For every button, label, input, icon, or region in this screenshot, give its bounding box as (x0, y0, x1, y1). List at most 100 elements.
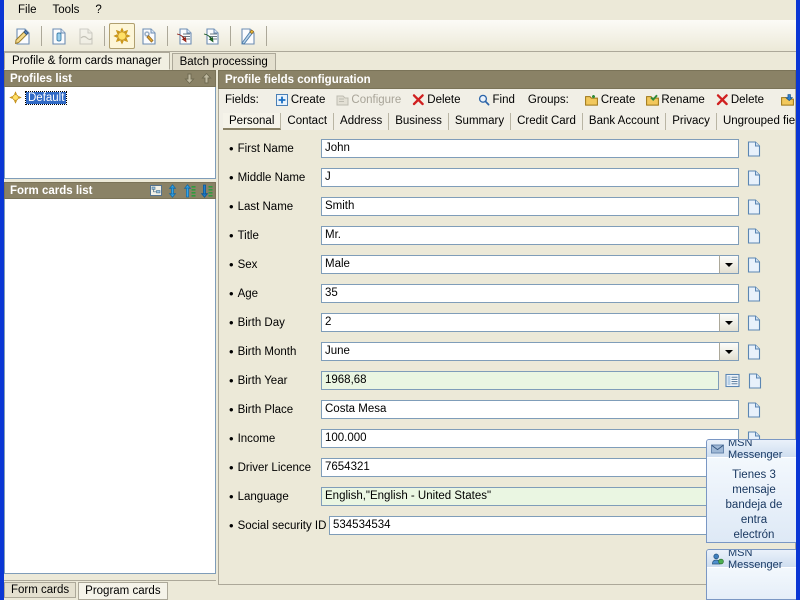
field-input-sex[interactable]: Male (321, 255, 719, 274)
group-switch-button[interactable]: Sw (775, 91, 796, 109)
tab-credit-card[interactable]: Credit Card (511, 113, 583, 130)
chevron-down-icon (725, 350, 733, 354)
import-red-icon[interactable] (172, 23, 198, 49)
field-page-icon[interactable] (746, 169, 762, 187)
field-configure-label: Configure (351, 94, 401, 106)
group-rename-button[interactable]: Rename (640, 91, 709, 109)
field-label: •Social security ID (229, 520, 329, 532)
window-frame-left (0, 0, 4, 600)
field-row-age: •Age 35 (229, 283, 795, 304)
move-up-icon[interactable] (198, 71, 215, 86)
configure-icon (335, 93, 349, 107)
field-label: •Driver Licence (229, 462, 321, 474)
field-input-birth-year[interactable]: 1968,68 (321, 371, 719, 390)
field-page-icon[interactable] (747, 372, 763, 390)
list-item[interactable]: Default (5, 90, 215, 105)
field-input-age[interactable]: 35 (321, 284, 739, 303)
tab-privacy[interactable]: Privacy (666, 113, 717, 130)
field-input-birth-month[interactable]: June (321, 342, 719, 361)
wizard-magic-icon[interactable] (235, 23, 261, 49)
menu-item-help[interactable]: ? (87, 2, 109, 18)
field-page-icon[interactable] (746, 401, 762, 419)
new-profile-icon[interactable] (10, 23, 36, 49)
menu-item-tools[interactable]: Tools (45, 2, 88, 18)
magnifier-icon (477, 93, 491, 107)
form-cards-list-header: Form cards list (4, 182, 216, 199)
profiles-list-box[interactable]: Default (4, 87, 216, 179)
chevron-down-icon (725, 263, 733, 267)
main-toolbar (4, 20, 796, 52)
field-list-values-button[interactable] (724, 372, 740, 390)
msn-mail-icon (711, 443, 724, 455)
notification-msn-contact[interactable]: MSN Messenger (706, 549, 800, 600)
notification-title: MSN Messenger (728, 439, 800, 461)
field-page-icon[interactable] (746, 256, 762, 274)
form-cards-list-box[interactable] (4, 199, 216, 574)
field-page-icon[interactable] (746, 285, 762, 303)
field-dropdown-button-birth-month[interactable] (719, 342, 739, 361)
notification-line-2: bandeja de entra (713, 498, 795, 528)
sort-ascending-icon[interactable] (181, 183, 198, 198)
field-page-icon[interactable] (746, 227, 762, 245)
field-input-birth-place[interactable]: Costa Mesa (321, 400, 739, 419)
field-input-income[interactable]: 100.000 (321, 429, 739, 448)
menu-item-file[interactable]: File (10, 2, 45, 18)
tab-business[interactable]: Business (389, 113, 449, 130)
field-label-text: Birth Day (238, 317, 285, 329)
field-dropdown-button-sex[interactable] (719, 255, 739, 274)
main-tab-strip: Profile & form cards manager Batch proce… (4, 52, 796, 70)
profile-settings-icon[interactable] (109, 23, 135, 49)
field-configure-button[interactable]: Configure (330, 91, 406, 109)
field-delete-label: Delete (427, 94, 460, 106)
field-dropdown-button-birth-day[interactable] (719, 313, 739, 332)
field-page-icon[interactable] (746, 314, 762, 332)
tools-options-icon[interactable] (136, 23, 162, 49)
chevron-down-icon (725, 321, 733, 325)
tree-view-icon[interactable] (147, 183, 164, 198)
field-page-icon[interactable] (746, 198, 762, 216)
copy-document-icon[interactable] (46, 23, 72, 49)
sort-descending-icon[interactable] (198, 183, 215, 198)
notification-line-3: electrón (713, 528, 795, 543)
sort-both-icon[interactable] (164, 183, 181, 198)
tab-ungrouped-fields[interactable]: Ungrouped fields (717, 113, 796, 130)
field-input-first-name[interactable]: John (321, 139, 739, 158)
tab-address[interactable]: Address (334, 113, 389, 130)
export-green-icon[interactable] (199, 23, 225, 49)
group-delete-button[interactable]: Delete (710, 91, 769, 109)
group-create-button[interactable]: Create (580, 91, 641, 109)
field-page-icon[interactable] (746, 343, 762, 361)
field-control: Male (321, 255, 762, 274)
field-input-title[interactable]: Mr. (321, 226, 739, 245)
field-label: •Sex (229, 259, 321, 271)
field-page-icon[interactable] (746, 140, 762, 158)
tab-profile-form-cards-manager[interactable]: Profile & form cards manager (4, 52, 170, 70)
bullet-icon: • (229, 464, 234, 472)
paste-document-icon[interactable] (73, 23, 99, 49)
toolbar-separator (104, 26, 105, 46)
field-input-middle-name[interactable]: J (321, 168, 739, 187)
tab-program-cards[interactable]: Program cards (78, 582, 167, 600)
tab-contact[interactable]: Contact (281, 113, 334, 130)
field-input-last-name[interactable]: Smith (321, 197, 739, 216)
field-delete-button[interactable]: Delete (406, 91, 465, 109)
field-label-text: Sex (238, 259, 258, 271)
field-find-button[interactable]: Find (472, 91, 520, 109)
tab-summary[interactable]: Summary (449, 113, 511, 130)
tab-batch-processing[interactable]: Batch processing (172, 53, 276, 70)
fields-command-bar: Fields: Create Configure Delete Fin (218, 89, 796, 111)
field-input-social-security-id[interactable]: 534534534 (329, 516, 739, 535)
bullet-icon: • (229, 522, 234, 530)
field-label: •Language (229, 491, 321, 503)
tab-form-cards[interactable]: Form cards (4, 582, 76, 598)
move-down-icon[interactable] (181, 71, 198, 86)
bullet-icon: • (229, 377, 234, 385)
field-input-birth-day[interactable]: 2 (321, 313, 719, 332)
field-input-language[interactable]: English,"English - United States" (321, 487, 739, 506)
tab-bank-account[interactable]: Bank Account (583, 113, 666, 130)
notification-msn-mail[interactable]: MSN Messenger Tienes 3 mensaje bandeja d… (706, 439, 800, 543)
tab-personal[interactable]: Personal (223, 113, 281, 130)
field-input-driver-licence[interactable]: 7654321 (321, 458, 739, 477)
field-create-label: Create (291, 94, 326, 106)
field-create-button[interactable]: Create (270, 91, 331, 109)
